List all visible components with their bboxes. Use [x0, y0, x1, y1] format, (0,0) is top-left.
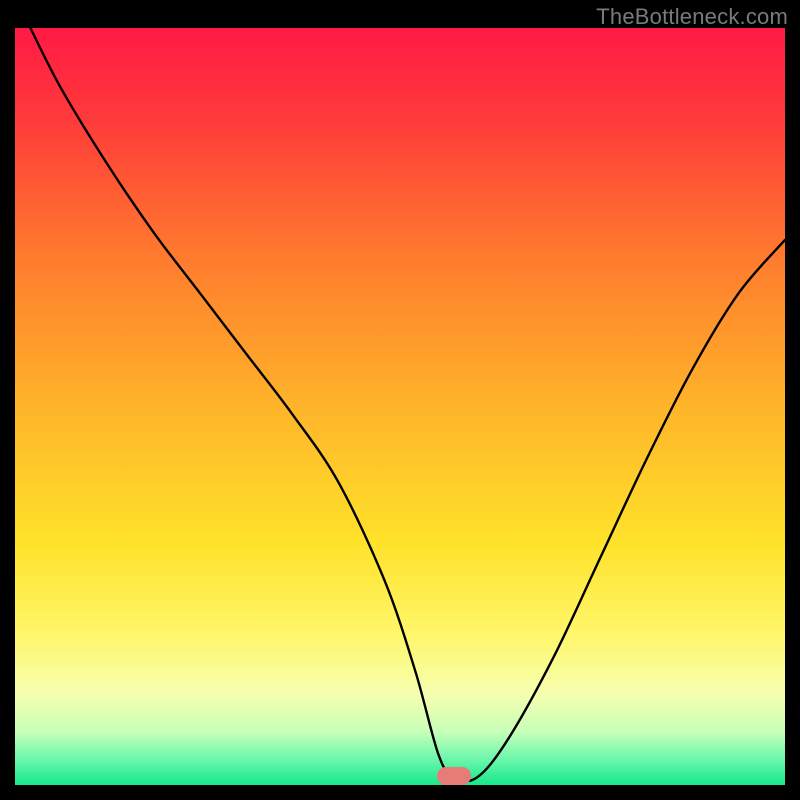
optimum-marker — [437, 767, 471, 785]
plot-svg — [15, 28, 785, 785]
gradient-background — [15, 28, 785, 785]
chart-frame: TheBottleneck.com — [0, 0, 800, 800]
plot-area — [15, 28, 785, 785]
watermark-text: TheBottleneck.com — [596, 4, 788, 30]
